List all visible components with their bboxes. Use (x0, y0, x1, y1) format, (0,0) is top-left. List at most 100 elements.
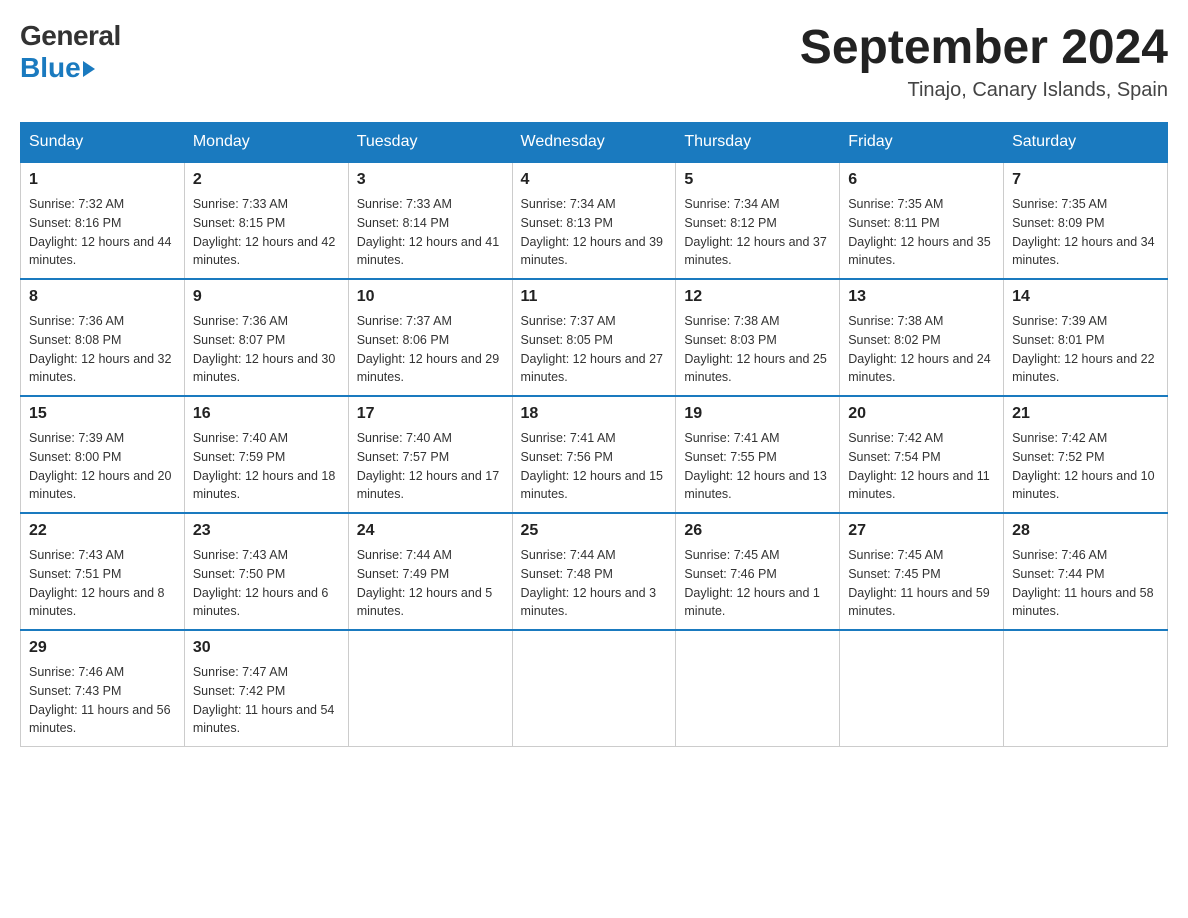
day-number: 5 (684, 171, 831, 189)
day-number: 30 (193, 639, 340, 657)
day-number: 21 (1012, 405, 1159, 423)
day-number: 22 (29, 522, 176, 540)
day-info: Sunrise: 7:44 AMSunset: 7:48 PMDaylight:… (521, 546, 668, 621)
logo-arrow-icon (83, 61, 95, 77)
day-number: 19 (684, 405, 831, 423)
calendar-cell: 16Sunrise: 7:40 AMSunset: 7:59 PMDayligh… (184, 396, 348, 513)
day-info: Sunrise: 7:35 AMSunset: 8:09 PMDaylight:… (1012, 195, 1159, 270)
day-number: 10 (357, 288, 504, 306)
day-number: 2 (193, 171, 340, 189)
day-info: Sunrise: 7:45 AMSunset: 7:46 PMDaylight:… (684, 546, 831, 621)
calendar-week-row: 29 Sunrise: 7:46 AMSunset: 7:43 PMDayligh… (21, 630, 1168, 747)
calendar-week-row: 1 Sunrise: 7:32 AMSunset: 8:16 PMDaylight… (21, 162, 1168, 279)
page-header: General Blue September 2024 Tinajo, Cana… (20, 20, 1168, 102)
day-info: Sunrise: 7:37 AMSunset: 8:05 PMDaylight:… (521, 312, 668, 387)
calendar-cell (348, 630, 512, 747)
day-info: Sunrise: 7:47 AMSunset: 7:42 PMDaylight:… (193, 663, 340, 738)
calendar-cell: 18 Sunrise: 7:41 AMSunset: 7:56 PMDayligh… (512, 396, 676, 513)
weekday-header: Thursday (676, 123, 840, 163)
day-info: Sunrise: 7:39 AMSunset: 8:01 PMDaylight:… (1012, 312, 1159, 387)
day-number: 20 (848, 405, 995, 423)
day-number: 24 (357, 522, 504, 540)
calendar-cell: 30 Sunrise: 7:47 AMSunset: 7:42 PMDayligh… (184, 630, 348, 747)
day-number: 1 (29, 171, 176, 189)
day-info: Sunrise: 7:35 AMSunset: 8:11 PMDaylight:… (848, 195, 995, 270)
logo-blue-text: Blue (20, 52, 95, 84)
day-number: 18 (521, 405, 668, 423)
logo-general-text: General (20, 20, 121, 52)
day-number: 15 (29, 405, 176, 423)
day-info: Sunrise: 7:32 AMSunset: 8:16 PMDaylight:… (29, 195, 176, 270)
weekday-header: Wednesday (512, 123, 676, 163)
calendar-cell: 23 Sunrise: 7:43 AMSunset: 7:50 PMDayligh… (184, 513, 348, 630)
day-info: Sunrise: 7:37 AMSunset: 8:06 PMDaylight:… (357, 312, 504, 387)
day-info: Sunrise: 7:42 AMSunset: 7:52 PMDaylight:… (1012, 429, 1159, 504)
calendar-header-row: SundayMondayTuesdayWednesdayThursdayFrid… (21, 123, 1168, 163)
calendar-cell: 11 Sunrise: 7:37 AMSunset: 8:05 PMDayligh… (512, 279, 676, 396)
calendar-cell (512, 630, 676, 747)
day-info: Sunrise: 7:43 AMSunset: 7:50 PMDaylight:… (193, 546, 340, 621)
day-info: Sunrise: 7:46 AMSunset: 7:43 PMDaylight:… (29, 663, 176, 738)
calendar-cell: 7Sunrise: 7:35 AMSunset: 8:09 PMDaylight… (1004, 162, 1168, 279)
day-info: Sunrise: 7:40 AMSunset: 7:57 PMDaylight:… (357, 429, 504, 504)
calendar-cell: 29 Sunrise: 7:46 AMSunset: 7:43 PMDayligh… (21, 630, 185, 747)
calendar-cell: 2 Sunrise: 7:33 AMSunset: 8:15 PMDaylight… (184, 162, 348, 279)
calendar-cell (676, 630, 840, 747)
day-number: 6 (848, 171, 995, 189)
calendar-cell: 6 Sunrise: 7:35 AMSunset: 8:11 PMDaylight… (840, 162, 1004, 279)
month-title: September 2024 (800, 20, 1168, 75)
calendar-cell: 26 Sunrise: 7:45 AMSunset: 7:46 PMDayligh… (676, 513, 840, 630)
title-block: September 2024 Tinajo, Canary Islands, S… (800, 20, 1168, 102)
day-info: Sunrise: 7:39 AMSunset: 8:00 PMDaylight:… (29, 429, 176, 504)
calendar-table: SundayMondayTuesdayWednesdayThursdayFrid… (20, 122, 1168, 747)
weekday-header: Tuesday (348, 123, 512, 163)
day-info: Sunrise: 7:42 AMSunset: 7:54 PMDaylight:… (848, 429, 995, 504)
day-info: Sunrise: 7:43 AMSunset: 7:51 PMDaylight:… (29, 546, 176, 621)
calendar-cell (1004, 630, 1168, 747)
calendar-cell: 9Sunrise: 7:36 AMSunset: 8:07 PMDaylight… (184, 279, 348, 396)
day-info: Sunrise: 7:41 AMSunset: 7:55 PMDaylight:… (684, 429, 831, 504)
day-number: 13 (848, 288, 995, 306)
weekday-header: Saturday (1004, 123, 1168, 163)
calendar-cell: 5 Sunrise: 7:34 AMSunset: 8:12 PMDaylight… (676, 162, 840, 279)
day-info: Sunrise: 7:34 AMSunset: 8:12 PMDaylight:… (684, 195, 831, 270)
calendar-cell: 13 Sunrise: 7:38 AMSunset: 8:02 PMDayligh… (840, 279, 1004, 396)
day-number: 29 (29, 639, 176, 657)
calendar-cell (840, 630, 1004, 747)
location-title: Tinajo, Canary Islands, Spain (800, 79, 1168, 102)
calendar-cell: 20 Sunrise: 7:42 AMSunset: 7:54 PMDayligh… (840, 396, 1004, 513)
day-info: Sunrise: 7:45 AMSunset: 7:45 PMDaylight:… (848, 546, 995, 621)
weekday-header: Friday (840, 123, 1004, 163)
logo: General Blue (20, 20, 121, 84)
calendar-cell: 25 Sunrise: 7:44 AMSunset: 7:48 PMDayligh… (512, 513, 676, 630)
day-number: 11 (521, 288, 668, 306)
day-info: Sunrise: 7:36 AMSunset: 8:08 PMDaylight:… (29, 312, 176, 387)
calendar-cell: 12Sunrise: 7:38 AMSunset: 8:03 PMDayligh… (676, 279, 840, 396)
day-info: Sunrise: 7:33 AMSunset: 8:15 PMDaylight:… (193, 195, 340, 270)
day-number: 4 (521, 171, 668, 189)
calendar-week-row: 22 Sunrise: 7:43 AMSunset: 7:51 PMDayligh… (21, 513, 1168, 630)
calendar-cell: 21 Sunrise: 7:42 AMSunset: 7:52 PMDayligh… (1004, 396, 1168, 513)
calendar-cell: 3 Sunrise: 7:33 AMSunset: 8:14 PMDaylight… (348, 162, 512, 279)
weekday-header: Monday (184, 123, 348, 163)
day-info: Sunrise: 7:40 AMSunset: 7:59 PMDaylight:… (193, 429, 340, 504)
calendar-cell: 19 Sunrise: 7:41 AMSunset: 7:55 PMDayligh… (676, 396, 840, 513)
day-info: Sunrise: 7:38 AMSunset: 8:03 PMDaylight:… (684, 312, 831, 387)
day-info: Sunrise: 7:44 AMSunset: 7:49 PMDaylight:… (357, 546, 504, 621)
calendar-cell: 17Sunrise: 7:40 AMSunset: 7:57 PMDayligh… (348, 396, 512, 513)
weekday-header: Sunday (21, 123, 185, 163)
day-info: Sunrise: 7:41 AMSunset: 7:56 PMDaylight:… (521, 429, 668, 504)
calendar-cell: 1 Sunrise: 7:32 AMSunset: 8:16 PMDaylight… (21, 162, 185, 279)
day-number: 3 (357, 171, 504, 189)
calendar-cell: 22 Sunrise: 7:43 AMSunset: 7:51 PMDayligh… (21, 513, 185, 630)
calendar-cell: 10 Sunrise: 7:37 AMSunset: 8:06 PMDayligh… (348, 279, 512, 396)
day-number: 26 (684, 522, 831, 540)
day-number: 25 (521, 522, 668, 540)
day-info: Sunrise: 7:33 AMSunset: 8:14 PMDaylight:… (357, 195, 504, 270)
calendar-week-row: 15 Sunrise: 7:39 AMSunset: 8:00 PMDayligh… (21, 396, 1168, 513)
day-info: Sunrise: 7:36 AMSunset: 8:07 PMDaylight:… (193, 312, 340, 387)
day-info: Sunrise: 7:38 AMSunset: 8:02 PMDaylight:… (848, 312, 995, 387)
day-number: 8 (29, 288, 176, 306)
calendar-cell: 14Sunrise: 7:39 AMSunset: 8:01 PMDayligh… (1004, 279, 1168, 396)
day-number: 23 (193, 522, 340, 540)
